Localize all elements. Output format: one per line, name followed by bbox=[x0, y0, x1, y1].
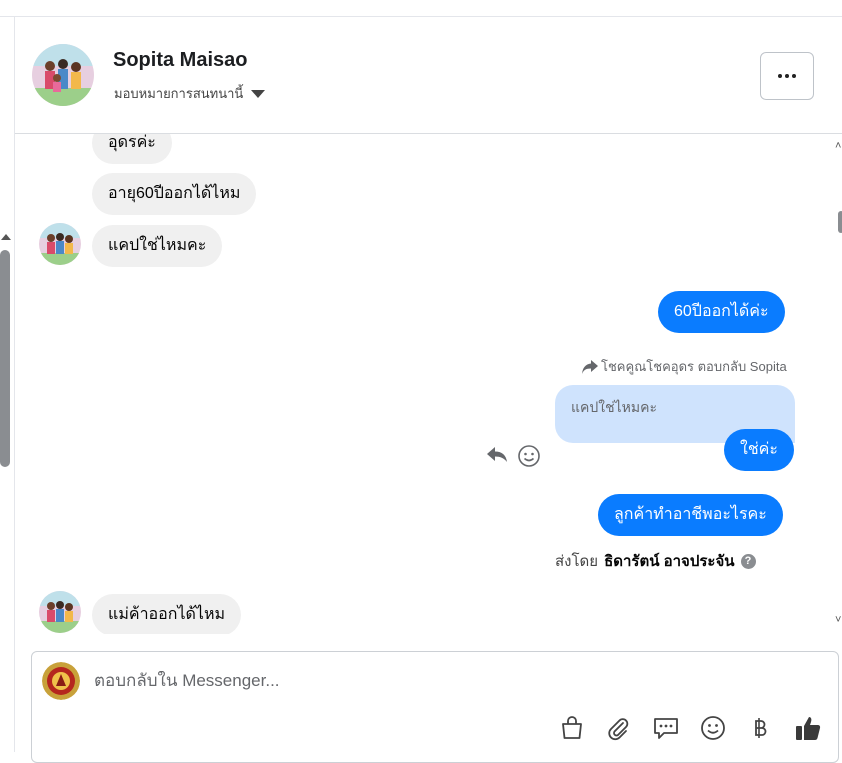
reply-input[interactable] bbox=[94, 671, 694, 691]
outgoing-message[interactable]: 60ปีออกได้ค่ะ bbox=[658, 291, 785, 333]
shopping-bag-icon[interactable] bbox=[557, 713, 587, 743]
contact-avatar[interactable] bbox=[32, 44, 94, 106]
incoming-message[interactable]: อุดรค่ะ bbox=[92, 134, 172, 164]
right-scrollbar-thumb[interactable] bbox=[838, 211, 842, 233]
contact-avatar-small bbox=[39, 223, 81, 265]
outgoing-message[interactable]: ใช่ค่ะ bbox=[724, 429, 794, 471]
page-logo bbox=[42, 662, 80, 700]
thumbs-up-icon[interactable] bbox=[793, 713, 823, 743]
help-icon[interactable]: ? bbox=[740, 553, 756, 569]
contact-avatar-small bbox=[39, 591, 81, 633]
incoming-message[interactable]: แม่ค้าออกได้ไหม bbox=[92, 594, 242, 634]
more-dots-icon bbox=[778, 74, 796, 78]
reply-context: โชคคูณโชคอุดร ตอบกลับ Sopita bbox=[581, 356, 787, 377]
left-scrollbar-thumb[interactable] bbox=[0, 250, 10, 467]
contact-name[interactable]: Sopita Maisao bbox=[113, 49, 247, 72]
payment-baht-icon[interactable] bbox=[745, 713, 775, 743]
right-scroll-up-arrow[interactable]: ˄ bbox=[835, 140, 841, 152]
caret-down-icon bbox=[251, 89, 266, 98]
emoji-icon[interactable] bbox=[698, 713, 728, 743]
reply-share-icon bbox=[582, 359, 598, 374]
reply-arrow-icon[interactable] bbox=[485, 442, 509, 471]
outgoing-message[interactable]: ลูกค้าทำอาชีพอะไรคะ bbox=[598, 494, 783, 536]
assign-conversation-dropdown[interactable]: มอบหมายการสนทนานี้ bbox=[114, 83, 266, 104]
reply-composer bbox=[31, 651, 839, 763]
assign-label: มอบหมายการสนทนานี้ bbox=[114, 86, 244, 101]
conversation-header: Sopita Maisao มอบหมายการสนทนานี้ bbox=[15, 17, 842, 134]
sent-by-info: ส่งโดย ธิดารัตน์ อาจประจัน ? bbox=[555, 549, 756, 573]
message-thread[interactable]: อุดรค่ะ อายุ60ปีออกได้ไหม แคปใช่ไหมคะ 60… bbox=[15, 134, 827, 634]
sent-by-prefix: ส่งโดย bbox=[555, 553, 599, 570]
right-scroll-down-arrow[interactable]: ˅ bbox=[835, 614, 841, 626]
more-options-button[interactable] bbox=[760, 52, 814, 100]
reply-context-text: โชคคูณโชคอุดร ตอบกลับ Sopita bbox=[601, 359, 787, 374]
saved-replies-icon[interactable] bbox=[651, 713, 681, 743]
sent-by-name: ธิดารัตน์ อาจประจัน bbox=[604, 553, 735, 570]
react-emoji-icon[interactable] bbox=[517, 444, 541, 473]
left-scroll-up-arrow[interactable] bbox=[1, 234, 11, 240]
incoming-message[interactable]: แคปใช่ไหมคะ bbox=[92, 225, 223, 267]
paperclip-icon[interactable] bbox=[603, 713, 633, 743]
incoming-message[interactable]: อายุ60ปีออกได้ไหม bbox=[92, 173, 257, 215]
